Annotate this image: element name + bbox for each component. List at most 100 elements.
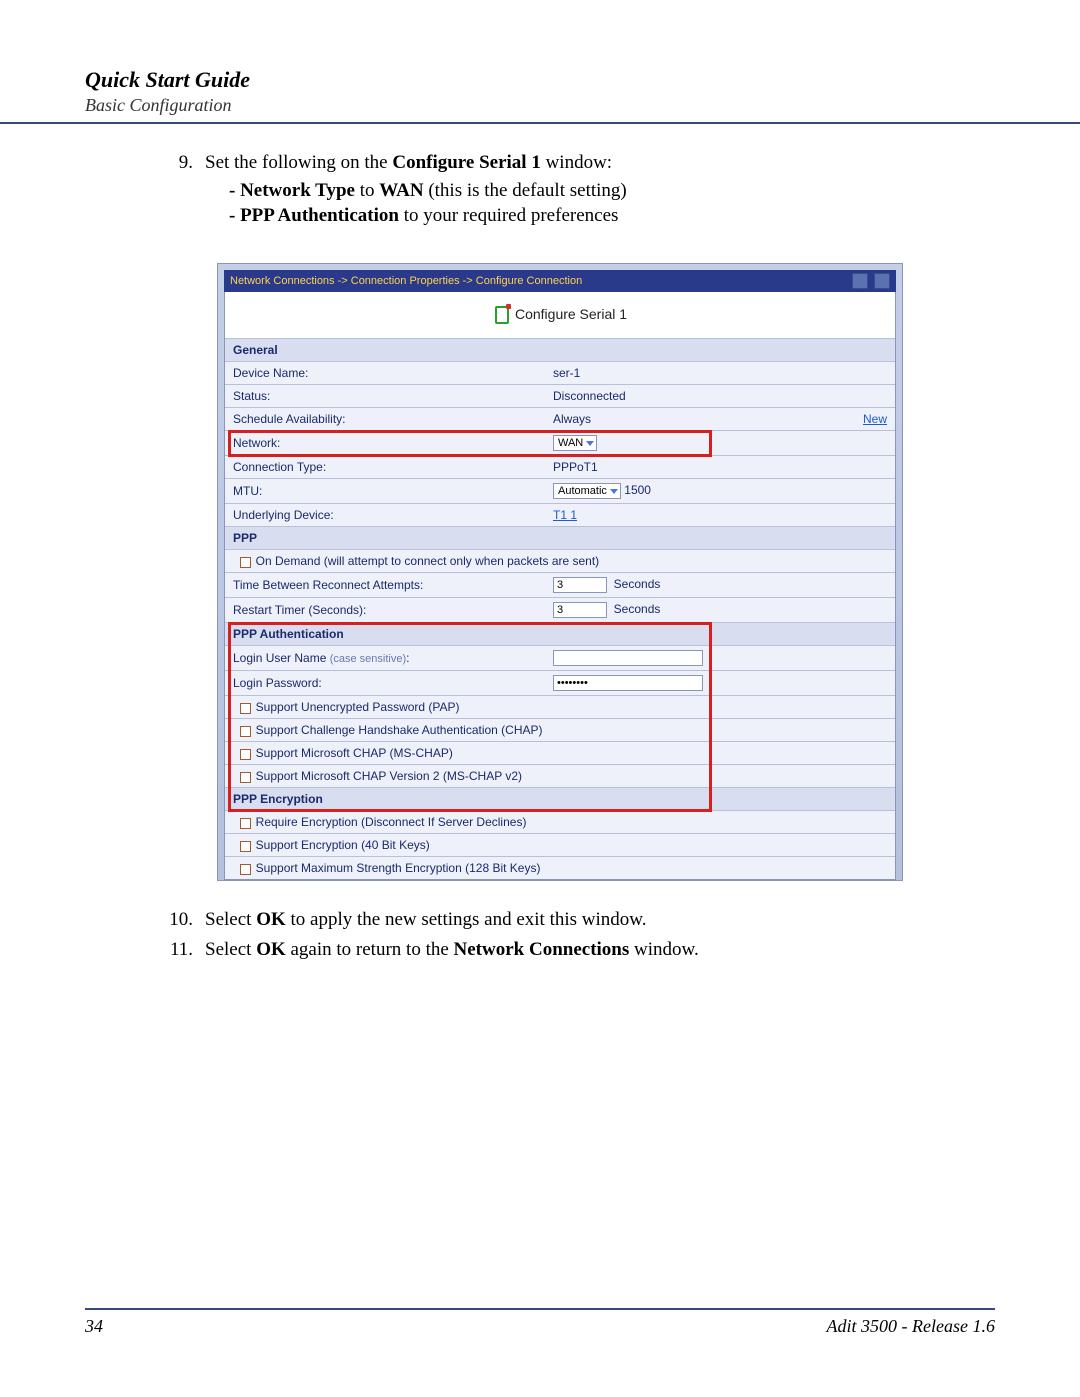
new-link[interactable]: New — [863, 412, 887, 426]
login-user-input[interactable] — [553, 650, 703, 666]
text: Set the following on the — [205, 152, 392, 173]
mtu-dropdown[interactable]: Automatic — [553, 483, 621, 499]
text: Login User Name — [233, 651, 330, 665]
mschap2-checkbox[interactable] — [240, 772, 251, 783]
login-pass-input[interactable] — [553, 675, 703, 691]
ondemand-row: On Demand (will attempt to connect only … — [225, 550, 895, 573]
product-release: Adit 3500 - Release 1.6 — [827, 1316, 995, 1337]
config-table: General Device Name:ser-1 Status:Disconn… — [225, 338, 895, 879]
text: Select — [205, 909, 256, 930]
reconnect-value: Seconds — [545, 573, 895, 598]
steps-list-cont: 10. Select OK to apply the new settings … — [85, 907, 995, 962]
bold-text: WAN — [379, 180, 423, 201]
mschap-row: Support Microsoft CHAP (MS-CHAP) — [225, 742, 895, 765]
text: window. — [629, 939, 699, 960]
login-user-label: Login User Name (case sensitive): — [225, 646, 545, 671]
restart-value: Seconds — [545, 598, 895, 623]
bold-text: OK — [256, 939, 286, 960]
restart-input[interactable] — [553, 602, 607, 618]
dropdown-value: Automatic — [558, 485, 607, 497]
section-ppp-auth: PPP Authentication — [225, 623, 895, 646]
network-value: WAN — [545, 431, 895, 456]
status-value: Disconnected — [545, 385, 895, 408]
login-pass-value — [545, 671, 895, 696]
login-user-value — [545, 646, 895, 671]
step-11: 11. Select OK again to return to the Net… — [85, 937, 995, 963]
underlying-label: Underlying Device: — [225, 504, 545, 527]
chevron-down-icon — [586, 441, 594, 446]
enc40-checkbox[interactable] — [240, 841, 251, 852]
login-pass-label: Login Password: — [225, 671, 545, 696]
breadcrumb-text: Network Connections -> Connection Proper… — [230, 275, 582, 287]
titlebar-icons — [849, 273, 890, 289]
conn-type-value: PPPoT1 — [545, 456, 895, 479]
mtu-value: Automatic 1500 — [545, 479, 895, 504]
network-dropdown[interactable]: WAN — [553, 435, 597, 451]
bold-text: - Network Type — [229, 180, 355, 201]
reqenc-label: Require Encryption (Disconnect If Server… — [256, 815, 527, 829]
sub-item: - Network Type to WAN (this is the defau… — [229, 178, 995, 204]
text: to — [355, 180, 379, 201]
schedule-value: Always New — [545, 408, 895, 431]
reqenc-checkbox[interactable] — [240, 818, 251, 829]
reqenc-row: Require Encryption (Disconnect If Server… — [225, 811, 895, 834]
bold-text: Network Connections — [454, 939, 630, 960]
device-name-value: ser-1 — [545, 362, 895, 385]
titlebar-icon[interactable] — [852, 273, 868, 289]
step-number: 11. — [163, 937, 193, 963]
text: : — [406, 651, 409, 665]
text: (this is the default setting) — [424, 180, 627, 201]
pap-row: Support Unencrypted Password (PAP) — [225, 696, 895, 719]
section-general: General — [225, 339, 895, 362]
device-name-label: Device Name: — [225, 362, 545, 385]
ondemand-label: On Demand (will attempt to connect only … — [256, 554, 600, 568]
schedule-label: Schedule Availability: — [225, 408, 545, 431]
dropdown-value: WAN — [558, 437, 583, 449]
network-label: Network: — [225, 431, 545, 456]
reconnect-input[interactable] — [553, 577, 607, 593]
underlying-value: T1 1 — [545, 504, 895, 527]
text: to apply the new settings and exit this … — [286, 909, 647, 930]
step-9: 9. Set the following on the Configure Se… — [85, 150, 995, 229]
chevron-down-icon — [610, 489, 618, 494]
config-window: Network Connections -> Connection Proper… — [217, 263, 903, 881]
pap-label: Support Unencrypted Password (PAP) — [256, 700, 460, 714]
bold-text: - PPP Authentication — [229, 205, 399, 226]
mschap2-label: Support Microsoft CHAP Version 2 (MS-CHA… — [256, 769, 522, 783]
enc128-checkbox[interactable] — [240, 864, 251, 875]
titlebar-icon[interactable] — [874, 273, 890, 289]
mschap-checkbox[interactable] — [240, 749, 251, 760]
chap-label: Support Challenge Handshake Authenticati… — [256, 723, 543, 737]
seconds-label: Seconds — [614, 577, 661, 591]
bold-text: Configure Serial 1 — [392, 152, 540, 173]
page-footer: 34 Adit 3500 - Release 1.6 — [85, 1308, 995, 1337]
text: Always — [553, 412, 591, 426]
text: window: — [541, 152, 612, 173]
mschap-label: Support Microsoft CHAP (MS-CHAP) — [256, 746, 453, 760]
config-body: Configure Serial 1 General Device Name:s… — [224, 292, 896, 880]
page-subtitle: Basic Configuration — [85, 95, 995, 116]
config-title: Configure Serial 1 — [515, 306, 627, 322]
step-9-text: Set the following on the Configure Seria… — [205, 152, 612, 173]
chap-row: Support Challenge Handshake Authenticati… — [225, 719, 895, 742]
mtu-number: 1500 — [624, 483, 651, 497]
page-number: 34 — [85, 1316, 103, 1337]
chap-checkbox[interactable] — [240, 726, 251, 737]
seconds-label: Seconds — [614, 602, 661, 616]
text: Select — [205, 939, 256, 960]
text: to your required preferences — [399, 205, 618, 226]
restart-label: Restart Timer (Seconds): — [225, 598, 545, 623]
mschap2-row: Support Microsoft CHAP Version 2 (MS-CHA… — [225, 765, 895, 788]
ondemand-checkbox[interactable] — [240, 557, 251, 568]
mtu-label: MTU: — [225, 479, 545, 504]
steps-list: 9. Set the following on the Configure Se… — [85, 150, 995, 229]
config-title-row: Configure Serial 1 — [225, 292, 895, 338]
text-muted: (case sensitive) — [330, 653, 406, 665]
text: again to return to the — [286, 939, 454, 960]
pap-checkbox[interactable] — [240, 703, 251, 714]
enc40-label: Support Encryption (40 Bit Keys) — [256, 838, 430, 852]
underlying-link[interactable]: T1 1 — [553, 508, 577, 522]
section-ppp-enc: PPP Encryption — [225, 788, 895, 811]
enc40-row: Support Encryption (40 Bit Keys) — [225, 834, 895, 857]
section-ppp: PPP — [225, 527, 895, 550]
